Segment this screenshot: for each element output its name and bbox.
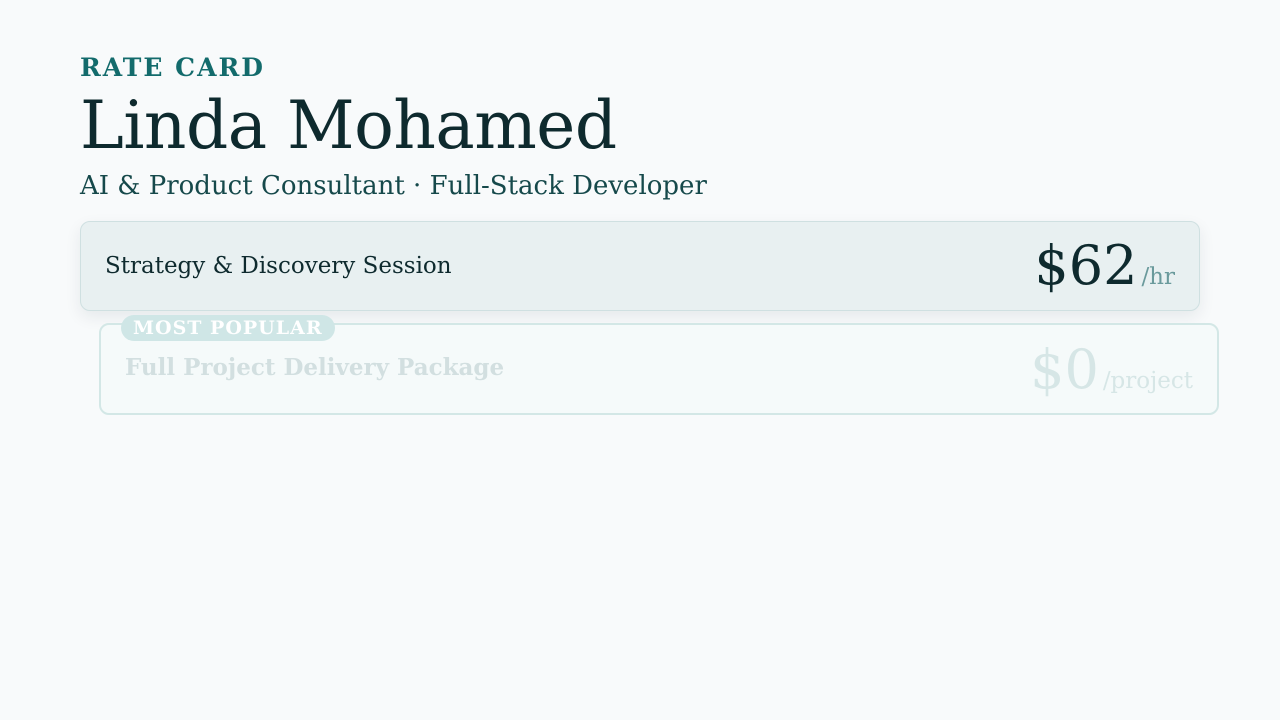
price-amount: $0: [1030, 338, 1099, 401]
price-amount: $62: [1034, 234, 1138, 297]
service-card-project[interactable]: MOST POPULAR Full Project Delivery Packa…: [99, 315, 1219, 415]
service-price: $62/hr: [1034, 236, 1175, 309]
price-unit: /project: [1102, 368, 1193, 394]
page-title: Linda Mohamed: [80, 87, 617, 164]
page-subtitle: AI & Product Consultant · Full-Stack Dev…: [80, 171, 707, 201]
price-unit: /hr: [1141, 264, 1175, 290]
service-card-strategy[interactable]: Strategy & Discovery Session $62/hr: [80, 221, 1200, 311]
service-price: $0/project: [1030, 340, 1193, 413]
most-popular-badge: MOST POPULAR: [121, 315, 335, 341]
service-title: Full Project Delivery Package: [125, 354, 505, 381]
service-title: Strategy & Discovery Session: [105, 253, 452, 279]
eyebrow-label: RATE CARD: [80, 53, 265, 82]
rate-card-page: RATE CARD Linda Mohamed AI & Product Con…: [80, 0, 1219, 720]
